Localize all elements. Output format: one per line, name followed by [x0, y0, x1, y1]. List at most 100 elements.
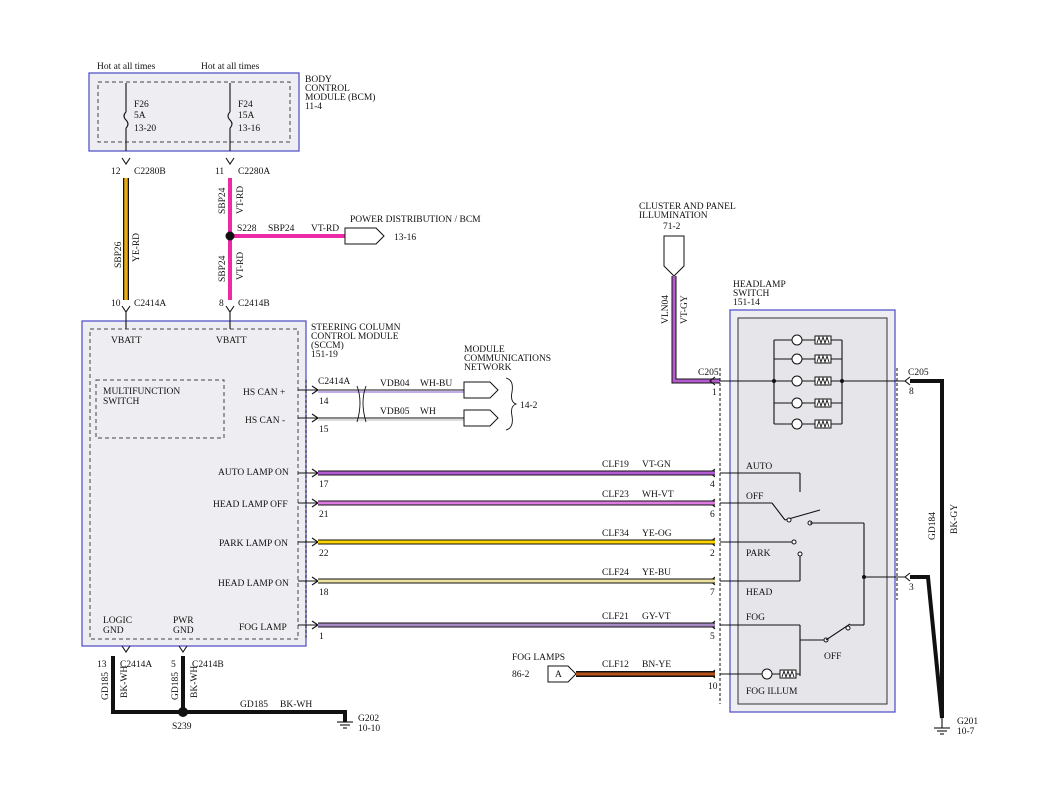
- ground-g202-ref: 10-10: [358, 724, 380, 734]
- fog-ref: 86-2: [512, 670, 530, 680]
- cluster-color: VT-GY: [680, 295, 690, 324]
- conn-c2414a-top: C2414A: [134, 299, 166, 309]
- pin-11: 11: [215, 167, 224, 177]
- circuit-clf23: CLF23 WH-VT 21 6 OFF: [298, 490, 763, 520]
- gnd-bkwh-a: BK-WH: [120, 666, 130, 698]
- circuit-pin-right: 7: [710, 588, 715, 598]
- switch-position-label: OFF: [746, 492, 763, 502]
- cluster-ref: 71-2: [663, 222, 681, 232]
- hls-fog-illum: FOG ILLUM: [746, 687, 798, 697]
- network-bracket: [505, 377, 518, 431]
- cluster-code: VLN04: [661, 295, 671, 324]
- conn-c2280b: C2280B: [134, 167, 166, 177]
- can-whbu: WH-BU: [420, 379, 452, 389]
- gnd-gd185-b: GD185: [171, 672, 181, 700]
- gnd-bkwh-b: BK-WH: [190, 666, 200, 698]
- circuit-pin-left: 22: [319, 549, 329, 559]
- cluster-label-2: ILLUMINATION: [639, 211, 708, 221]
- circuit-pin-left: 17: [319, 480, 329, 490]
- sccm-hs-can-plus: HS CAN +: [243, 388, 285, 398]
- hls-conn-c205-right: C205: [908, 368, 929, 378]
- label-sbp26: SBP26: [114, 241, 124, 268]
- fog-pin: 10: [708, 682, 718, 692]
- switch-position-label: HEAD: [746, 588, 773, 598]
- circuit-clf21: CLF21 GY-VT 1 5 FOG: [298, 612, 765, 642]
- sccm-pwr-gnd-2: GND: [173, 626, 194, 636]
- conn-c2280a: C2280A: [238, 167, 270, 177]
- power-distribution-label: POWER DISTRIBUTION / BCM: [350, 215, 481, 225]
- label-bkgy: BK-GY: [950, 504, 960, 534]
- can-connector-2: [463, 409, 499, 427]
- can-pin-14: 14: [319, 397, 329, 407]
- wiring-diagram: Hot at all times Hot at all times BODY C…: [81, 62, 978, 737]
- fog-color: BN-YE: [642, 660, 671, 670]
- pin-8: 8: [219, 299, 224, 309]
- conn-c2414b-top: C2414B: [238, 299, 270, 309]
- hls-ground-wire: C205 8 3 GD184 BK-GY G201 10-7: [904, 368, 978, 737]
- hls-pin-3: 3: [909, 583, 914, 593]
- sccm-head-lamp-off: HEAD LAMP OFF: [213, 500, 288, 510]
- label-sbp24-b: SBP24: [268, 224, 295, 234]
- hls-page: 151-14: [733, 298, 760, 308]
- hot-label-f26: Hot at all times: [97, 62, 156, 72]
- circuit-color: GY-VT: [642, 612, 671, 622]
- label-vtrd-c: VT-RD: [236, 252, 246, 280]
- wire-sbp24: SBP24 VT-RD S228 SBP24 VT-RD SBP24 VT-RD: [218, 178, 345, 300]
- circuit-color: WH-VT: [642, 490, 674, 500]
- circuit-pin-right: 5: [710, 632, 715, 642]
- cluster-conn: C205: [698, 368, 719, 378]
- gnd-gd185-c: GD185: [240, 700, 268, 710]
- fuse-f24-amps: 15A: [238, 111, 255, 121]
- label-sbp24-a: SBP24: [218, 187, 228, 214]
- switch-position-label: PARK: [746, 549, 771, 559]
- fog-lamps: FOG LAMPS 86-2 A CLF12 BN-YE 10: [512, 653, 718, 692]
- label-vtrd-b: VT-RD: [311, 224, 339, 234]
- sccm-logic-gnd-1: LOGIC: [103, 616, 132, 626]
- bcm-page: 11-4: [305, 102, 322, 112]
- circuit-wires: CLF19 VT-GN17 4AUTOCLF23 WH-VT21 6OFFCLF34 YE…: [298, 460, 773, 642]
- circuit-code: CLF21: [602, 612, 629, 622]
- mfs-label-1: MULTIFUNCTION: [103, 387, 180, 397]
- hot-label-f24: Hot at all times: [201, 62, 260, 72]
- power-distribution-connector: [344, 227, 385, 245]
- fog-connector-label: A: [555, 670, 562, 680]
- switch-position-label: FOG: [746, 613, 765, 623]
- sccm-fog-lamp: FOG LAMP: [239, 623, 287, 633]
- gnd-pin-13: 13: [97, 660, 107, 670]
- sccm-page: 151-19: [311, 350, 338, 360]
- fuse-f24-ref: 13-16: [238, 124, 260, 134]
- circuit-code: CLF19: [602, 460, 629, 470]
- pin-12: 12: [111, 167, 121, 177]
- label-sbp24-c: SBP24: [218, 255, 228, 282]
- sccm-vbatt-2: VBATT: [216, 336, 247, 346]
- sccm-grounds: 13 C2414A 5 C2414B GD185 BK-WH GD185 BK-…: [97, 645, 380, 734]
- gnd-pin-5: 5: [171, 660, 176, 670]
- network-ref: 14-2: [520, 401, 538, 411]
- network-label-3: NETWORK: [464, 363, 512, 373]
- cluster-pin: 1: [712, 388, 717, 398]
- label-yerd: YE-RD: [132, 233, 142, 262]
- gnd-gd185-a: GD185: [101, 672, 111, 700]
- mfs-label-2: SWITCH: [103, 397, 140, 407]
- gnd-s239: S239: [172, 722, 192, 732]
- circuit-color: VT-GN: [642, 460, 671, 470]
- can-conn: C2414A: [318, 377, 350, 387]
- cluster-illumination: CLUSTER AND PANEL ILLUMINATION 71-2 VLN0…: [639, 202, 736, 398]
- circuit-code: CLF34: [602, 529, 629, 539]
- circuit-clf24: CLF24 YE-BU 18 7 HEAD: [298, 568, 773, 598]
- power-distribution-ref: 13-16: [394, 233, 416, 243]
- circuit-pin-right: 4: [710, 480, 715, 490]
- twisted-pair-symbol: [356, 385, 367, 423]
- sccm-head-lamp-on: HEAD LAMP ON: [218, 579, 289, 589]
- bcm-module: Hot at all times Hot at all times BODY C…: [88, 62, 375, 152]
- ground-g201: G201: [957, 717, 978, 727]
- gnd-bkwh-c: BK-WH: [280, 700, 312, 710]
- hls-pin-8: 8: [909, 387, 914, 397]
- circuit-pin-left: 1: [319, 632, 324, 642]
- label-s228: S228: [237, 224, 257, 234]
- circuit-pin-right: 6: [710, 510, 715, 520]
- circuit-clf19: CLF19 VT-GN 17 4 AUTO: [298, 460, 772, 490]
- fog-title: FOG LAMPS: [512, 653, 565, 663]
- fuse-f26-name: F26: [134, 100, 149, 110]
- circuit-color: YE-BU: [642, 568, 671, 578]
